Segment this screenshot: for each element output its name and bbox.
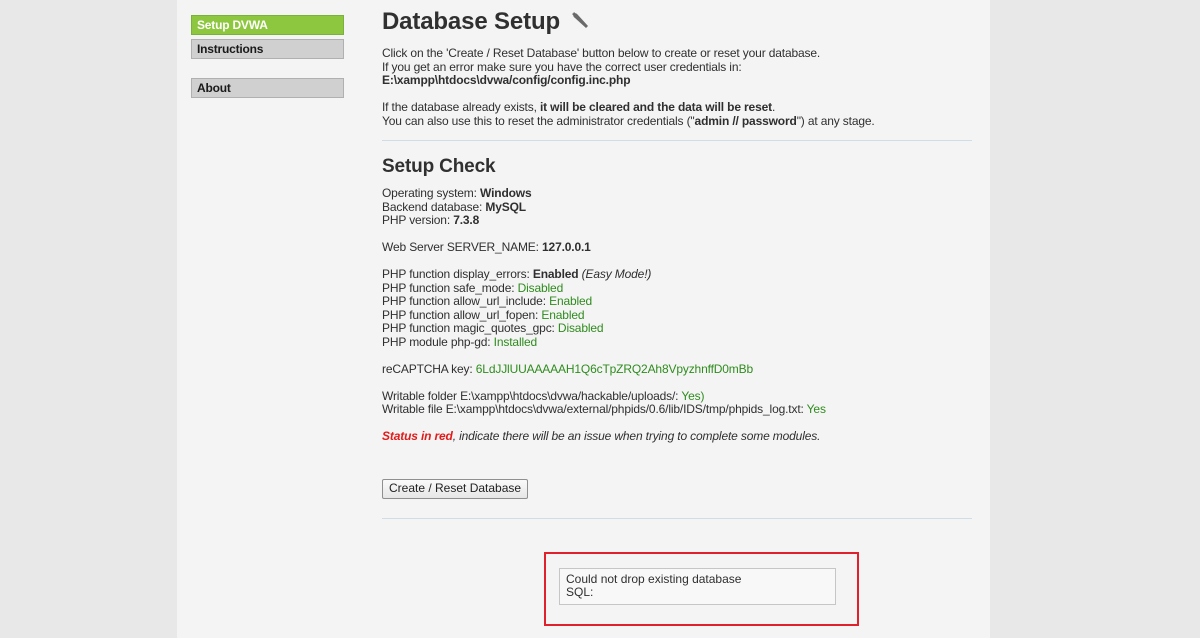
wrench-icon <box>571 7 591 39</box>
magic-quotes-row: PHP function magic_quotes_gpc: Disabled <box>382 321 604 335</box>
writable-file-row: Writable file E:\xampp\htdocs\dvwa/exter… <box>382 402 826 416</box>
php-gd-row: PHP module php-gd: Installed <box>382 334 538 349</box>
menu-divider <box>191 63 344 78</box>
setup-check-title: Setup Check <box>382 156 496 177</box>
writable-folder-row: Writable folder E:\xampp\htdocs\dvwa/hac… <box>382 388 705 403</box>
page-title-row: Database Setup <box>382 6 974 39</box>
intro-line-2: If you get an error make sure you have t… <box>382 59 742 74</box>
divider <box>382 517 972 519</box>
page-container: Setup DVWA Instructions About Database S… <box>177 0 990 638</box>
config-path: E:\xampp\htdocs\dvwa/config/config.inc.p… <box>382 73 631 87</box>
db-row: Backend database: MySQL <box>382 199 526 214</box>
display-errors-row: PHP function display_errors: Enabled (Ea… <box>382 267 652 281</box>
create-reset-database-button[interactable]: Create / Reset Database <box>382 478 529 499</box>
url-include-row: PHP function allow_url_include: Enabled <box>382 294 593 308</box>
server-name-row: Web Server SERVER_NAME: 127.0.0.1 <box>382 240 591 254</box>
intro-line-1: Click on the 'Create / Reset Database' b… <box>382 46 821 60</box>
page-title: Database Setup <box>382 8 560 35</box>
safe-mode-row: PHP function safe_mode: Disabled <box>382 280 564 295</box>
status-legend: Status in red, indicate there will be an… <box>382 429 821 443</box>
sidebar-item-setup-dvwa[interactable]: Setup DVWA <box>191 15 344 35</box>
main-content: Database Setup Click on the 'Create / Re… <box>382 6 974 519</box>
sidebar-item-instructions[interactable]: Instructions <box>191 39 344 59</box>
error-sql-line: SQL: <box>566 585 594 599</box>
error-message-line: Could not drop existing database <box>566 572 742 586</box>
reset-note: You can also use this to reset the admin… <box>382 113 875 128</box>
php-version-row: PHP version: 7.3.8 <box>382 213 480 227</box>
error-message-box: Could not drop existing database SQL: <box>559 568 836 605</box>
sidebar-menu: Setup DVWA Instructions About <box>191 15 344 102</box>
os-row: Operating system: Windows <box>382 186 532 200</box>
exists-warning: If the database already exists, it will … <box>382 100 776 114</box>
recaptcha-row: reCAPTCHA key: 6LdJJlUUAAAAAH1Q6cTpZRQ2A… <box>382 361 754 376</box>
url-fopen-row: PHP function allow_url_fopen: Enabled <box>382 307 585 322</box>
sidebar-item-about[interactable]: About <box>191 78 344 98</box>
